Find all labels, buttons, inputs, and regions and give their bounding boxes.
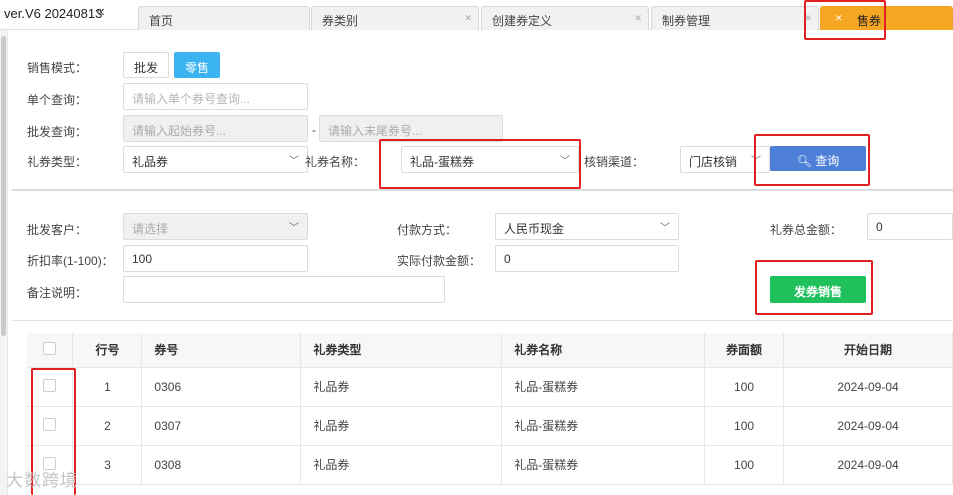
batch-end-input[interactable]: 请输入末尾券号... — [319, 115, 503, 142]
voucher-amount: 100 — [704, 367, 785, 407]
tab-create-voucher-definition[interactable]: 创建券定义 ✕ — [481, 6, 649, 30]
column-header: 券面额 — [704, 333, 785, 368]
chevron-down-icon: ﹀ — [289, 156, 299, 167]
column-header: 礼券名称 — [501, 333, 706, 368]
single-query-input[interactable]: 请输入单个券号查询... — [123, 83, 308, 110]
close-icon[interactable]: ✕ — [835, 13, 843, 24]
close-icon[interactable]: ✕ — [804, 13, 812, 24]
select-all-cell — [27, 333, 74, 368]
voucher-name-label: 礼券名称： — [305, 155, 366, 169]
row-number: 1 — [72, 367, 143, 407]
scrollbar-thumb[interactable] — [1, 36, 6, 336]
start-date: 2024-09-04 — [783, 406, 953, 446]
voucher-amount: 100 — [704, 445, 785, 485]
column-header: 礼券类型 — [300, 333, 503, 368]
customer-select[interactable]: 请选择 ﹀ — [123, 213, 308, 240]
tab-bar: ver.V6 20240813 « 首页 券类别 ✕ 创建券定义 ✕ 制券管理 … — [0, 0, 953, 30]
actual-amount-input[interactable]: 0 — [495, 245, 679, 272]
channel-label: 核销渠道： — [584, 155, 645, 169]
payment-select[interactable]: 人民币现金 ﹀ — [495, 213, 679, 240]
remark-label: 备注说明： — [27, 286, 88, 300]
tab-label: 首页 — [149, 14, 174, 28]
discount-input[interactable]: 100 — [123, 245, 308, 272]
voucher-type-value: 礼品券 — [132, 155, 169, 169]
section-divider — [12, 320, 953, 321]
tab-voucher-category[interactable]: 券类别 ✕ — [311, 6, 479, 30]
checkbox-cell — [27, 367, 74, 407]
column-header: 开始日期 — [783, 333, 953, 368]
chevron-down-icon: ﹀ — [289, 223, 299, 234]
channel-select[interactable]: 门店核销 ﹀ — [680, 146, 770, 173]
channel-value: 门店核销 — [689, 155, 738, 169]
voucher-name-select[interactable]: 礼品-蛋糕券 ﹀ — [401, 146, 579, 173]
chevron-down-icon: ﹀ — [751, 156, 761, 167]
collapse-sidebar-icon[interactable]: « — [96, 3, 105, 21]
customer-placeholder: 请选择 — [132, 222, 169, 236]
close-icon[interactable]: ✕ — [464, 13, 472, 24]
table-row[interactable]: 3 0308 礼品券 礼品-蛋糕券 100 2024-09-04 — [27, 445, 953, 485]
close-icon[interactable]: ✕ — [634, 13, 642, 24]
issue-sale-button[interactable]: 发券销售 — [770, 276, 866, 303]
batch-start-input[interactable]: 请输入起始券号... — [123, 115, 308, 142]
tab-sell-voucher[interactable]: ✕ 售券 — [820, 6, 953, 30]
voucher-type-label: 礼券类型： — [27, 155, 88, 169]
payment-label: 付款方式： — [397, 223, 458, 237]
query-button[interactable]: 🔍︎ 查询 — [770, 146, 866, 171]
voucher-name: 礼品-蛋糕券 — [501, 406, 706, 446]
voucher-type: 礼品券 — [300, 445, 503, 485]
column-header: 行号 — [72, 333, 143, 368]
tab-label: 制券管理 — [662, 14, 711, 28]
watermark-logo: 大数跨境 — [6, 471, 78, 490]
voucher-name: 礼品-蛋糕券 — [501, 367, 706, 407]
voucher-type: 礼品券 — [300, 406, 503, 446]
tab-label: 创建券定义 — [492, 14, 553, 28]
voucher-type: 礼品券 — [300, 367, 503, 407]
tab-voucher-production[interactable]: 制券管理 ✕ — [651, 6, 819, 30]
mode-label: 销售模式： — [27, 61, 88, 75]
single-query-label: 单个查询： — [27, 93, 88, 107]
voucher-name-value: 礼品-蛋糕券 — [410, 155, 474, 169]
row-number: 3 — [72, 445, 143, 485]
query-button-label: 查询 — [815, 154, 840, 168]
payment-value: 人民币现金 — [504, 222, 565, 236]
voucher-code: 0306 — [141, 367, 302, 407]
column-header: 券号 — [141, 333, 302, 368]
table-row[interactable]: 1 0306 礼品券 礼品-蛋糕券 100 2024-09-04 — [27, 367, 953, 407]
search-icon: 🔍︎ — [796, 154, 812, 168]
voucher-amount: 100 — [704, 406, 785, 446]
discount-label: 折扣率(1-100)： — [27, 254, 114, 268]
table-row[interactable]: 2 0307 礼品券 礼品-蛋糕券 100 2024-09-04 — [27, 406, 953, 446]
batch-dash: - — [312, 123, 316, 137]
section-divider — [12, 189, 953, 191]
voucher-type-select[interactable]: 礼品券 ﹀ — [123, 146, 308, 173]
remark-input[interactable] — [123, 276, 445, 303]
start-date: 2024-09-04 — [783, 445, 953, 485]
total-label: 礼券总金额： — [770, 223, 843, 237]
customer-label: 批发客户： — [27, 223, 88, 237]
batch-query-label: 批发查询： — [27, 125, 88, 139]
row-number: 2 — [72, 406, 143, 446]
chevron-down-icon: ﹀ — [660, 223, 670, 234]
sidebar-scrollbar[interactable] — [0, 30, 8, 495]
start-date: 2024-09-04 — [783, 367, 953, 407]
tab-label: 售券 — [857, 14, 882, 28]
wholesale-mode-button[interactable]: 批发 — [123, 52, 170, 78]
table-header-row: 行号 券号 礼券类型 礼券名称 券面额 开始日期 — [27, 333, 953, 368]
row-checkbox[interactable] — [43, 417, 57, 431]
voucher-code: 0308 — [141, 445, 302, 485]
voucher-code: 0307 — [141, 406, 302, 446]
actual-label: 实际付款金额： — [397, 254, 482, 268]
chevron-down-icon: ﹀ — [560, 156, 570, 167]
total-amount-input[interactable]: 0 — [867, 213, 953, 240]
row-checkbox[interactable] — [43, 378, 57, 392]
voucher-name: 礼品-蛋糕券 — [501, 445, 706, 485]
version-label: ver.V6 20240813 — [4, 6, 103, 21]
tab-home[interactable]: 首页 — [138, 6, 310, 30]
voucher-table: 行号 券号 礼券类型 礼券名称 券面额 开始日期 1 0306 礼品券 礼品-蛋… — [27, 333, 953, 485]
retail-mode-button[interactable]: 零售 — [174, 52, 221, 78]
checkbox-cell — [27, 406, 74, 446]
select-all-checkbox[interactable] — [43, 341, 57, 355]
tab-label: 券类别 — [322, 14, 359, 28]
